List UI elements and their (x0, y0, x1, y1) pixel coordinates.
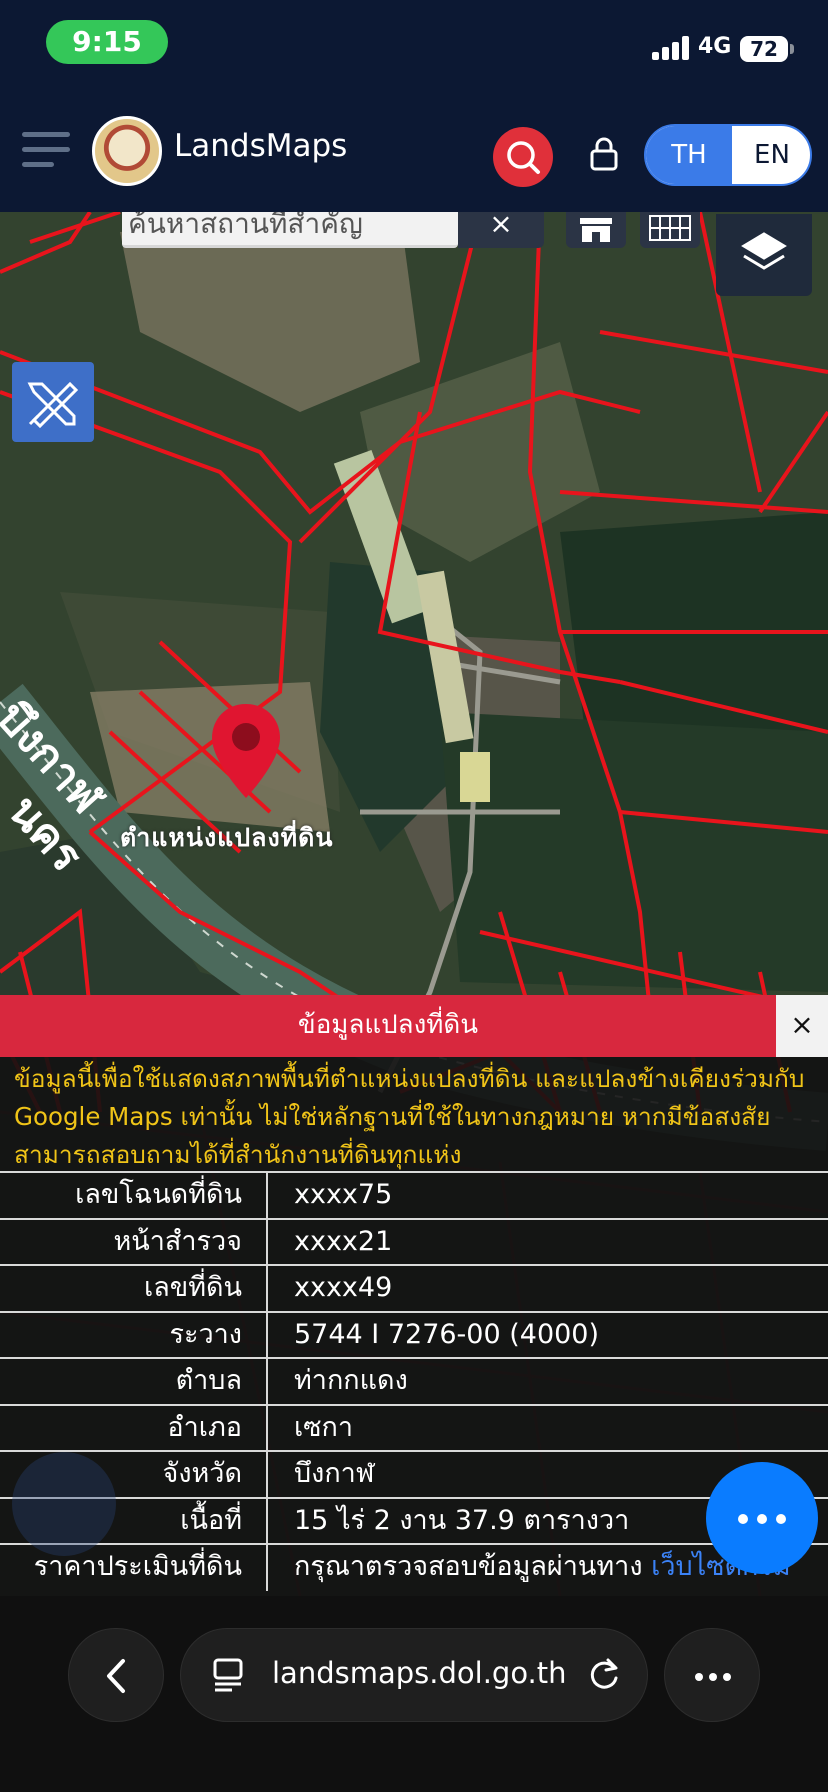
table-row: เลขโฉนดที่ดิน xxxx75 (0, 1171, 828, 1219)
back-button[interactable] (68, 1628, 164, 1722)
app-title: LandsMaps (174, 128, 348, 164)
row-label: หน้าสำรวจ (113, 1225, 242, 1257)
battery-icon: 72 (740, 36, 788, 62)
row-label: ราคาประเมินที่ดิน (33, 1551, 242, 1582)
row-label: ระวาง (169, 1318, 242, 1350)
row-value: xxxx49 (266, 1266, 828, 1312)
url-text[interactable]: landsmaps.dol.go.th (272, 1656, 567, 1690)
table-row: ระวาง 5744 I 7276-00 (4000) (0, 1310, 828, 1359)
disclaimer-text: ข้อมูลนี้เพื่อใช้แสดงสภาพพื้นที่ตำแหน่งแ… (14, 1064, 805, 1169)
search-icon (507, 141, 540, 174)
table-row: อำเภอ เซกา (0, 1403, 828, 1452)
grid-icon[interactable] (640, 212, 700, 248)
battery-tip (790, 44, 794, 54)
network-type: 4G (698, 34, 732, 59)
pin-label: ตำแหน่งแปลงที่ดิน (120, 823, 334, 852)
lang-en-option[interactable]: EN (732, 126, 810, 184)
row-value: ท่ากกแดง (266, 1359, 828, 1405)
panel-title: ข้อมูลแปลงที่ดิน (0, 995, 776, 1057)
browser-more-button[interactable] (664, 1628, 760, 1722)
lang-th-option[interactable]: TH (646, 126, 732, 184)
panel-close-button[interactable]: × (776, 995, 828, 1057)
place-search-input[interactable]: ค้นหาสถานที่สำคัญ (122, 212, 458, 248)
table-row: จังหวัด บึงกาฬ (0, 1450, 828, 1498)
row-label: เลขที่ดิน (143, 1272, 242, 1303)
language-toggle[interactable]: TH EN (644, 124, 812, 186)
draw-ruler-icon[interactable] (12, 362, 94, 442)
clear-search-button[interactable]: × (458, 210, 544, 248)
row-label: ตำบล (175, 1365, 242, 1396)
row-label: เลขโฉนดที่ดิน (75, 1179, 242, 1210)
lock-icon[interactable] (588, 136, 620, 172)
table-row: ราคาประเมินที่ดิน กรุณาตรวจสอบข้อมูลผ่านท… (0, 1543, 828, 1591)
table-row: หน้าสำรวจ xxxx21 (0, 1217, 828, 1266)
location-pin-icon[interactable] (210, 702, 282, 802)
layers-icon[interactable] (716, 214, 812, 296)
signal-icon (652, 36, 690, 60)
row-value: 5744 I 7276-00 (4000) (266, 1312, 828, 1359)
row-value: เซกา (266, 1405, 828, 1452)
row-value: xxxx21 (266, 1219, 828, 1266)
department-logo (92, 116, 162, 186)
chevron-left-icon (107, 1659, 125, 1693)
row-value: กรุณาตรวจสอบข้อมูลผ่านทาง (294, 1551, 652, 1582)
table-row: ตำบล ท่ากกแดง (0, 1357, 828, 1405)
search-button[interactable] (493, 127, 553, 187)
page-menu-icon[interactable] (212, 1656, 246, 1694)
table-row: เนื้อที่ 15 ไร่ 2 งาน 37.9 ตารางวา (0, 1496, 828, 1545)
more-actions-fab[interactable] (706, 1462, 818, 1574)
info-icon[interactable] (12, 1452, 116, 1556)
row-value: xxxx75 (266, 1173, 828, 1219)
status-time: 9:15 (46, 20, 168, 64)
hamburger-menu-icon[interactable] (22, 130, 74, 170)
parcel-info-table: เลขโฉนดที่ดิน xxxx75 หน้าสำรวจ xxxx21 เลขท… (0, 1171, 828, 1591)
reload-icon[interactable] (586, 1656, 622, 1694)
table-row: เลขที่ดิน xxxx49 (0, 1264, 828, 1312)
row-label: อำเภอ (167, 1411, 242, 1443)
store-icon[interactable] (566, 212, 626, 248)
